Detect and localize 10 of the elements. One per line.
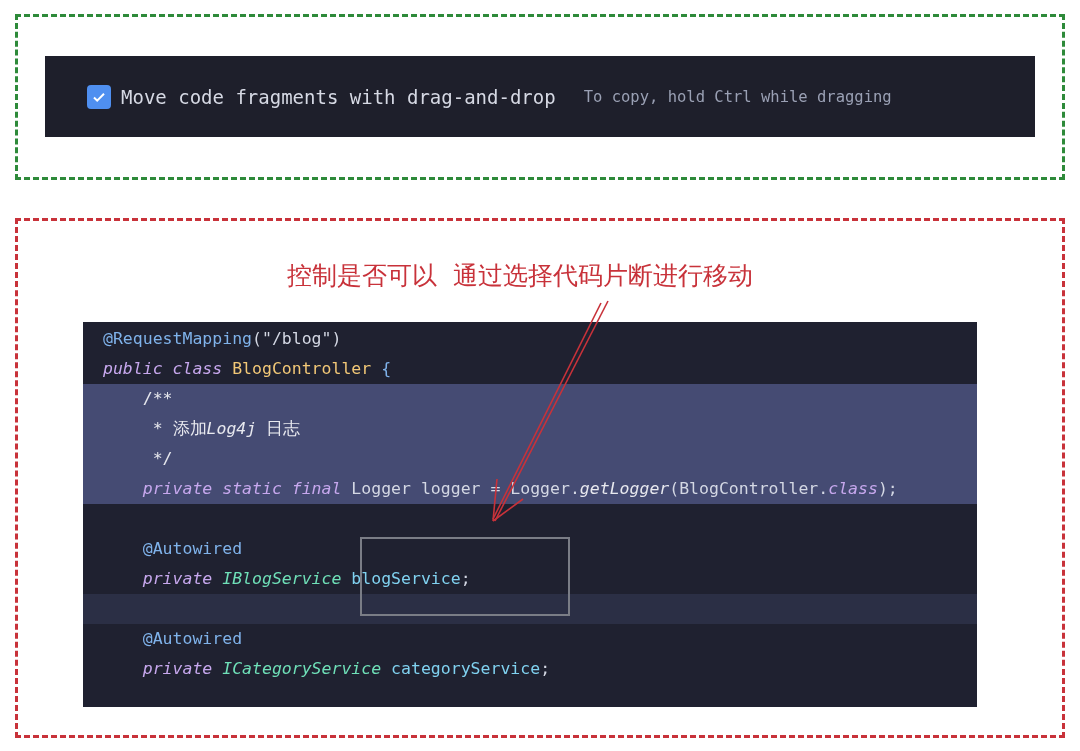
code-line: @Autowired (141, 628, 244, 650)
code-line: public class BlogController { (102, 358, 393, 380)
hint-text: To copy, hold Ctrl while dragging (583, 87, 892, 106)
annotation-text: 控制是否可以 通过选择代码片断进行移动 (286, 260, 754, 291)
code-line: @Autowired (141, 538, 244, 560)
checkbox[interactable] (87, 84, 111, 109)
code-line: private ICategoryService categoryService; (141, 658, 552, 680)
code-line: private IBlogService blogService; (141, 568, 472, 590)
checkbox-label[interactable]: Move code fragments with drag-and-drop (121, 85, 556, 108)
code-line: @RequestMapping("/blog") (102, 328, 343, 350)
